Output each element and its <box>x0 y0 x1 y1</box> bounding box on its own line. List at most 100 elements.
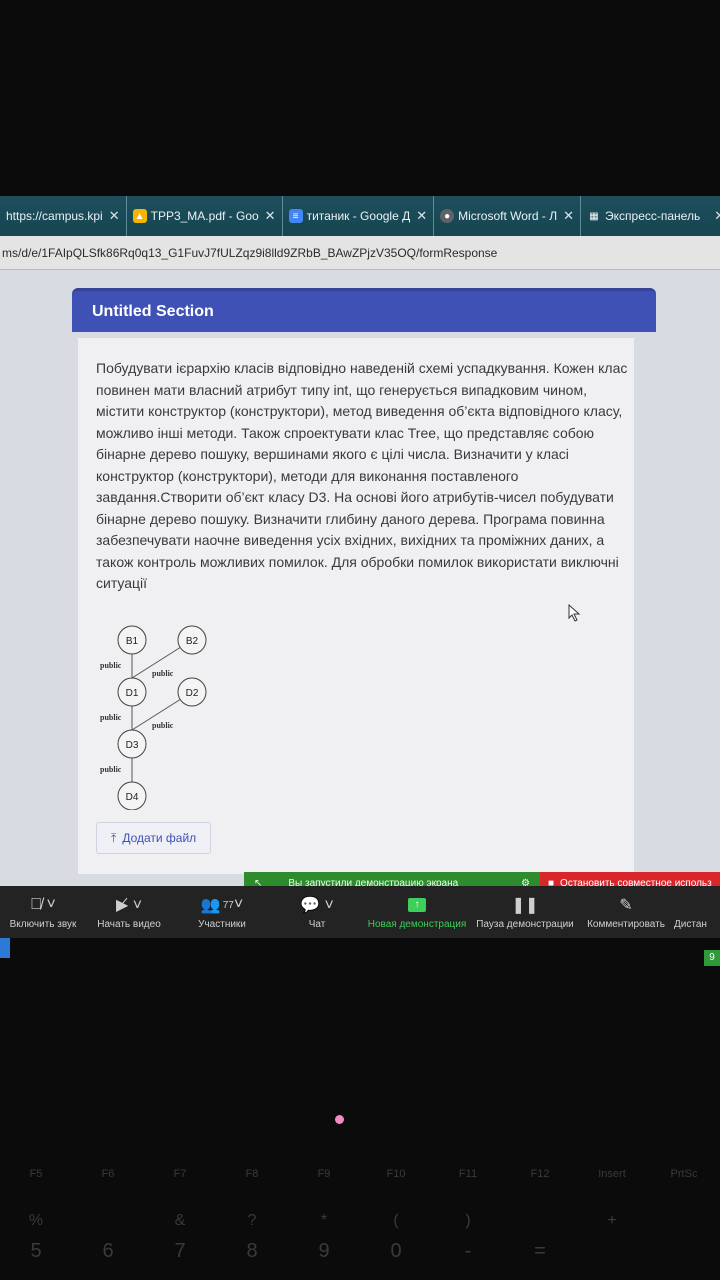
participants-count: 77 <box>222 899 234 911</box>
key: ( <box>393 1212 399 1229</box>
node-b2: B2 <box>177 625 207 655</box>
key: F11 <box>458 1168 478 1180</box>
node-d2: D2 <box>177 677 207 707</box>
tab-label: TPP3_MA.pdf - Goo <box>150 209 259 223</box>
pause-icon: ❚❚ <box>511 897 539 914</box>
edge-label: public <box>152 669 174 678</box>
mouse-cursor-icon <box>568 604 581 622</box>
new-share-button[interactable]: ↑ Новая демонстрация <box>362 886 472 938</box>
close-icon[interactable]: ✕ <box>714 208 720 224</box>
browser-tab-express[interactable]: ▦ Экспресс-панель ✕ <box>581 196 720 236</box>
browser-tab-word[interactable]: ● Microsoft Word - Л ✕ <box>434 196 582 236</box>
key <box>504 1212 576 1230</box>
share-screen-icon: ↑ <box>408 894 426 916</box>
svg-text:D2: D2 <box>186 688 199 699</box>
pause-share-button[interactable]: ❚❚ Пауза демонстрации <box>472 886 578 938</box>
key: Insert <box>598 1168 626 1180</box>
tab-label: https://campus.kpi <box>6 209 103 223</box>
inheritance-diagram: B1 B2 D1 D2 D3 D4 public public public p… <box>100 625 207 810</box>
key: - <box>464 1240 472 1262</box>
zoom-toolbar: 🎙̸ ˅ Включить звук ▶̸ ˅ Начать видео 👥 77… <box>0 886 720 938</box>
key: F9 <box>317 1168 331 1180</box>
browser-tab-docs[interactable]: ≡ титаник - Google Д ✕ <box>283 196 435 236</box>
close-icon[interactable]: ✕ <box>416 208 427 224</box>
key: F5 <box>29 1168 43 1180</box>
key: F8 <box>245 1168 259 1180</box>
video-off-icon: ▶̸ ˅ <box>115 897 143 914</box>
remote-control-button[interactable]: Дистан <box>674 886 720 938</box>
keyboard-symbol-row: % & ? * ( ) + <box>0 1212 720 1230</box>
google-docs-icon: ≡ <box>288 209 303 223</box>
key: 7 <box>174 1240 186 1262</box>
start-video-button[interactable]: ▶̸ ˅ Начать видео <box>86 886 172 938</box>
key <box>72 1212 144 1230</box>
svg-text:D4: D4 <box>126 792 139 803</box>
key: + <box>607 1212 617 1229</box>
edge-label: public <box>152 721 174 730</box>
edge-label: public <box>100 765 122 774</box>
google-drive-icon: ▲ <box>132 209 147 223</box>
task-description: Побудувати ієрархію класів відповідно на… <box>96 360 628 591</box>
participants-button[interactable]: 👥 77 ˅ Участники <box>172 886 272 938</box>
key: 0 <box>390 1240 402 1262</box>
node-d3: D3 <box>117 729 147 759</box>
question-card: Побудувати ієрархію класів відповідно на… <box>78 338 634 874</box>
chat-icon: 💬 ˅ <box>300 897 334 914</box>
key: = <box>534 1240 546 1262</box>
browser-tab-pdf[interactable]: ▲ TPP3_MA.pdf - Goo ✕ <box>127 196 283 236</box>
node-d1: D1 <box>117 677 147 707</box>
corner-badge: 9 <box>704 950 720 966</box>
key: F7 <box>173 1168 187 1180</box>
key: & <box>174 1212 186 1229</box>
upload-icon: ⤒ <box>111 830 117 845</box>
tab-label: Экспресс-панель <box>605 209 701 223</box>
browser-tab-campus[interactable]: https://campus.kpi ✕ <box>0 196 127 236</box>
node-d4: D4 <box>117 781 147 810</box>
key <box>648 1212 720 1230</box>
svg-text:D3: D3 <box>126 740 139 751</box>
annotate-button[interactable]: ✎ Комментировать <box>578 886 674 938</box>
grid-icon: ▦ <box>589 210 599 222</box>
tab-label: Microsoft Word - Л <box>458 209 558 223</box>
url-text: ms/d/e/1FAIpQLSfk86Rq0q13_G1FuvJ7fULZqz9… <box>2 245 498 260</box>
laptop-led <box>335 1115 344 1124</box>
close-icon[interactable]: ✕ <box>563 208 574 224</box>
key: ) <box>465 1212 471 1229</box>
pencil-icon: ✎ <box>619 897 633 914</box>
node-b1: B1 <box>117 625 147 655</box>
browser-tab-strip: https://campus.kpi ✕ ▲ TPP3_MA.pdf - Goo… <box>0 196 720 236</box>
key: PrtSc <box>670 1168 698 1180</box>
section-title: Untitled Section <box>92 303 214 320</box>
edge-label: public <box>100 713 122 722</box>
section-header: Untitled Section <box>72 288 656 332</box>
participants-icon: 👥 77 ˅ <box>200 896 244 914</box>
svg-text:D1: D1 <box>126 688 139 699</box>
svg-text:B1: B1 <box>126 636 139 647</box>
address-bar[interactable]: ms/d/e/1FAIpQLSfk86Rq0q13_G1FuvJ7fULZqz9… <box>0 236 720 270</box>
taskbar-indicator <box>0 938 10 958</box>
close-icon[interactable]: ✕ <box>109 208 120 224</box>
key: F10 <box>386 1168 406 1180</box>
edge-label: public <box>100 661 122 670</box>
svg-text:B2: B2 <box>186 636 199 647</box>
key: % <box>28 1212 44 1229</box>
add-file-label: Додати файл <box>122 831 197 845</box>
add-file-button[interactable]: ⤒ Додати файл <box>96 822 212 854</box>
mic-muted-icon: 🎙̸ ˅ <box>30 896 56 913</box>
key: 6 <box>102 1240 114 1262</box>
key: F6 <box>101 1168 115 1180</box>
key <box>576 1240 648 1263</box>
key: * <box>320 1212 328 1229</box>
keyboard-function-row: F5 F6 F7 F8 F9 F10 F11 F12 Insert PrtSc <box>0 1168 720 1180</box>
chat-button[interactable]: 💬 ˅ Чат <box>272 886 362 938</box>
chrome-icon: ● <box>440 209 455 223</box>
key: 8 <box>246 1240 258 1262</box>
key <box>648 1240 720 1263</box>
form-page: Untitled Section Побудувати ієрархію кла… <box>0 270 720 886</box>
key: ? <box>247 1212 257 1229</box>
unmute-button[interactable]: 🎙̸ ˅ Включить звук <box>0 886 86 938</box>
key: 5 <box>30 1240 42 1262</box>
tab-label: титаник - Google Д <box>306 209 411 223</box>
close-icon[interactable]: ✕ <box>265 208 276 224</box>
keyboard-number-row: 5 6 7 8 9 0 - = <box>0 1240 720 1263</box>
